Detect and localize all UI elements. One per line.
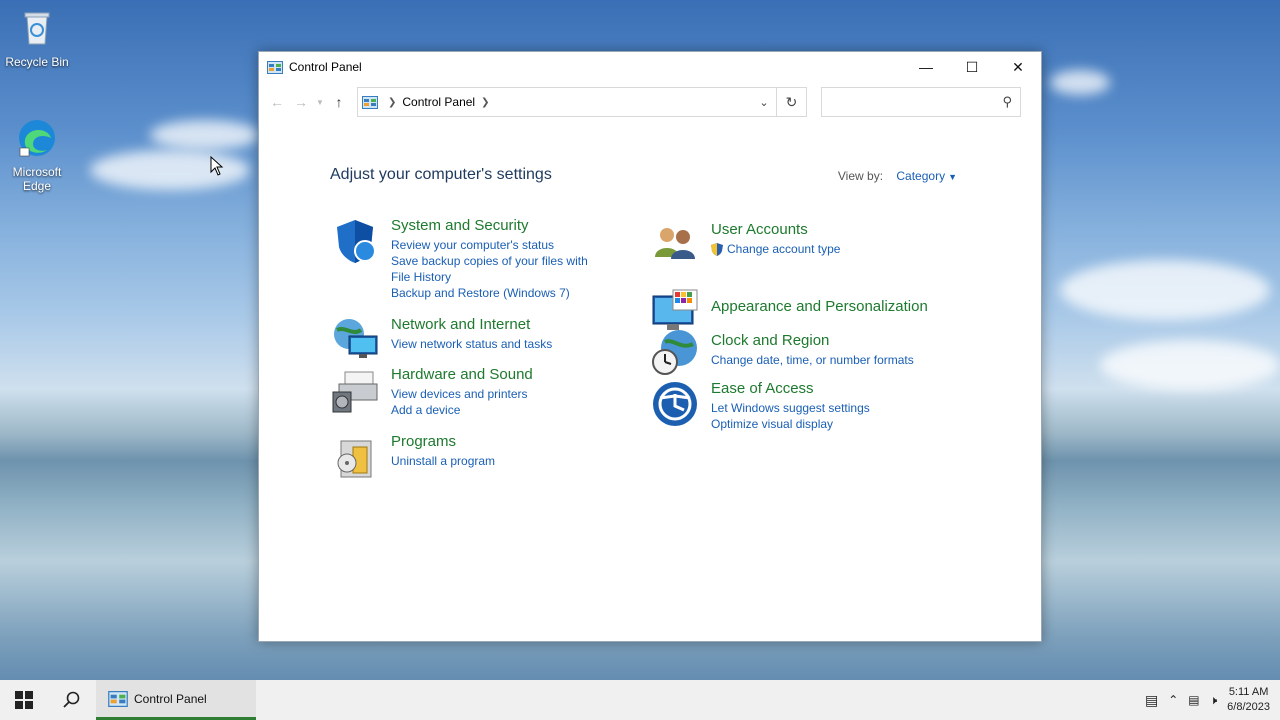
address-bar[interactable]: ❯ Control Panel ❯ ⌄ <box>357 87 777 117</box>
chevron-up-icon[interactable]: ⌃ <box>1168 693 1178 707</box>
system-tray: ▤ ⌃ ▤ 🕨 5:11 AM 6/8/2023 <box>1145 685 1280 715</box>
category-title[interactable]: System and Security <box>391 217 591 234</box>
uac-shield-icon <box>711 242 723 256</box>
category-title[interactable]: Appearance and Personalization <box>711 298 928 315</box>
recent-locations-button[interactable]: ▼ <box>313 90 327 114</box>
back-button[interactable]: ← <box>265 90 289 114</box>
category-title[interactable]: Clock and Region <box>711 332 914 349</box>
control-panel-icon <box>267 60 283 74</box>
recycle-bin-icon <box>24 12 50 45</box>
category-link[interactable]: Add a device <box>391 402 533 418</box>
search-icon <box>63 691 80 708</box>
taskbar: Control Panel ▤ ⌃ ▤ 🕨 5:11 AM 6/8/2023 <box>0 680 1280 720</box>
view-by-label: View by: <box>837 169 884 183</box>
caret-down-icon[interactable]: ▼ <box>948 172 957 182</box>
cloud <box>90 150 250 190</box>
refresh-button[interactable]: ↻ <box>777 87 807 117</box>
close-button[interactable]: ✕ <box>995 52 1041 82</box>
category-title[interactable]: Ease of Access <box>711 380 870 397</box>
category-ease-of-access: Ease of Access Let Windows suggest setti… <box>651 380 971 432</box>
category-title[interactable]: Hardware and Sound <box>391 366 533 383</box>
network-icon <box>334 319 378 358</box>
shield-icon <box>337 220 376 263</box>
window-title: Control Panel <box>289 60 362 74</box>
category-link[interactable]: Let Windows suggest settings <box>711 400 870 416</box>
windows-logo-icon <box>15 691 33 709</box>
start-button[interactable] <box>0 680 48 720</box>
desktop-icon-label: Microsoft Edge <box>12 165 62 193</box>
page-title: Adjust your computer's settings <box>330 166 552 183</box>
desktop-icon-edge[interactable]: Microsoft Edge <box>1 118 73 193</box>
chevron-right-icon[interactable]: ❯ <box>481 97 489 108</box>
breadcrumb-control-panel[interactable]: Control Panel <box>402 95 475 109</box>
chevron-down-icon[interactable]: ⌄ <box>752 96 776 109</box>
category-link[interactable]: Change date, time, or number formats <box>711 352 914 368</box>
category-user-accounts: User Accounts Change account type <box>651 217 971 265</box>
clock-date: 6/8/2023 <box>1227 701 1270 713</box>
users-icon <box>655 228 695 259</box>
taskbar-app-label: Control Panel <box>134 691 207 706</box>
forward-button[interactable]: → <box>289 90 313 114</box>
view-by: View by: Category ▼ <box>838 169 957 183</box>
title-bar[interactable]: Control Panel — ☐ ✕ <box>259 52 1041 82</box>
navigation-bar: ← → ▼ ↑ ❯ Control Panel ❯ ⌄ ↻ ⚲ <box>259 82 1041 122</box>
category-link[interactable]: Optimize visual display <box>711 416 870 432</box>
control-panel-icon <box>108 690 128 707</box>
control-panel-window: Control Panel — ☐ ✕ ← → ▼ ↑ ❯ Control Pa… <box>258 51 1042 642</box>
category-link[interactable]: Backup and Restore (Windows 7) <box>391 285 591 301</box>
desktop-icon-recycle-bin[interactable]: Recycle Bin <box>1 8 73 69</box>
category-title[interactable]: User Accounts <box>711 221 840 238</box>
category-system-security: System and Security Review your computer… <box>331 217 591 301</box>
main-content: Adjust your computer's settings View by:… <box>259 122 1041 642</box>
printer-icon <box>332 371 378 413</box>
desktop-icon-label: Recycle Bin <box>5 55 69 69</box>
search-icon: ⚲ <box>1002 94 1012 109</box>
view-by-dropdown[interactable]: Category <box>896 169 945 183</box>
control-panel-icon <box>362 95 378 109</box>
programs-icon <box>337 440 372 478</box>
category-link[interactable]: Change account type <box>711 241 840 257</box>
category-link[interactable]: Save backup copies of your files with Fi… <box>391 253 591 285</box>
minimize-button[interactable]: — <box>903 52 949 82</box>
category-link[interactable]: Review your computer's status <box>391 237 591 253</box>
category-hardware-sound: Hardware and Sound View devices and prin… <box>331 366 591 418</box>
clock[interactable]: 5:11 AM 6/8/2023 <box>1227 685 1270 715</box>
network-tray-icon[interactable]: ▤ <box>1188 693 1199 707</box>
mouse-cursor-icon <box>210 156 224 176</box>
search-input[interactable]: ⚲ <box>821 87 1021 117</box>
category-network-internet: Network and Internet View network status… <box>331 316 591 364</box>
category-programs: Programs Uninstall a program <box>331 433 591 481</box>
cloud <box>1050 70 1110 95</box>
category-link[interactable]: View network status and tasks <box>391 336 552 352</box>
news-icon[interactable]: ▤ <box>1145 692 1158 709</box>
cloud <box>150 120 260 150</box>
taskbar-search-button[interactable] <box>48 680 96 720</box>
clock-globe-icon <box>652 330 697 375</box>
category-link[interactable]: View devices and printers <box>391 386 533 402</box>
clock-time: 5:11 AM <box>1228 686 1269 698</box>
edge-icon <box>19 120 55 157</box>
cloud <box>1100 340 1280 390</box>
ease-of-access-icon <box>653 382 697 426</box>
maximize-button[interactable]: ☐ <box>949 52 995 82</box>
chevron-right-icon: ❯ <box>388 96 397 108</box>
volume-muted-icon[interactable]: 🕨 <box>1210 693 1218 708</box>
category-link[interactable]: Uninstall a program <box>391 453 495 469</box>
taskbar-app-control-panel[interactable]: Control Panel <box>96 680 256 720</box>
category-link-label: Change account type <box>727 242 841 256</box>
category-clock-region: Clock and Region Change date, time, or n… <box>651 328 971 376</box>
category-title[interactable]: Network and Internet <box>391 316 552 333</box>
cloud <box>1060 260 1270 320</box>
category-title[interactable]: Programs <box>391 433 495 450</box>
up-button[interactable]: ↑ <box>327 90 351 114</box>
